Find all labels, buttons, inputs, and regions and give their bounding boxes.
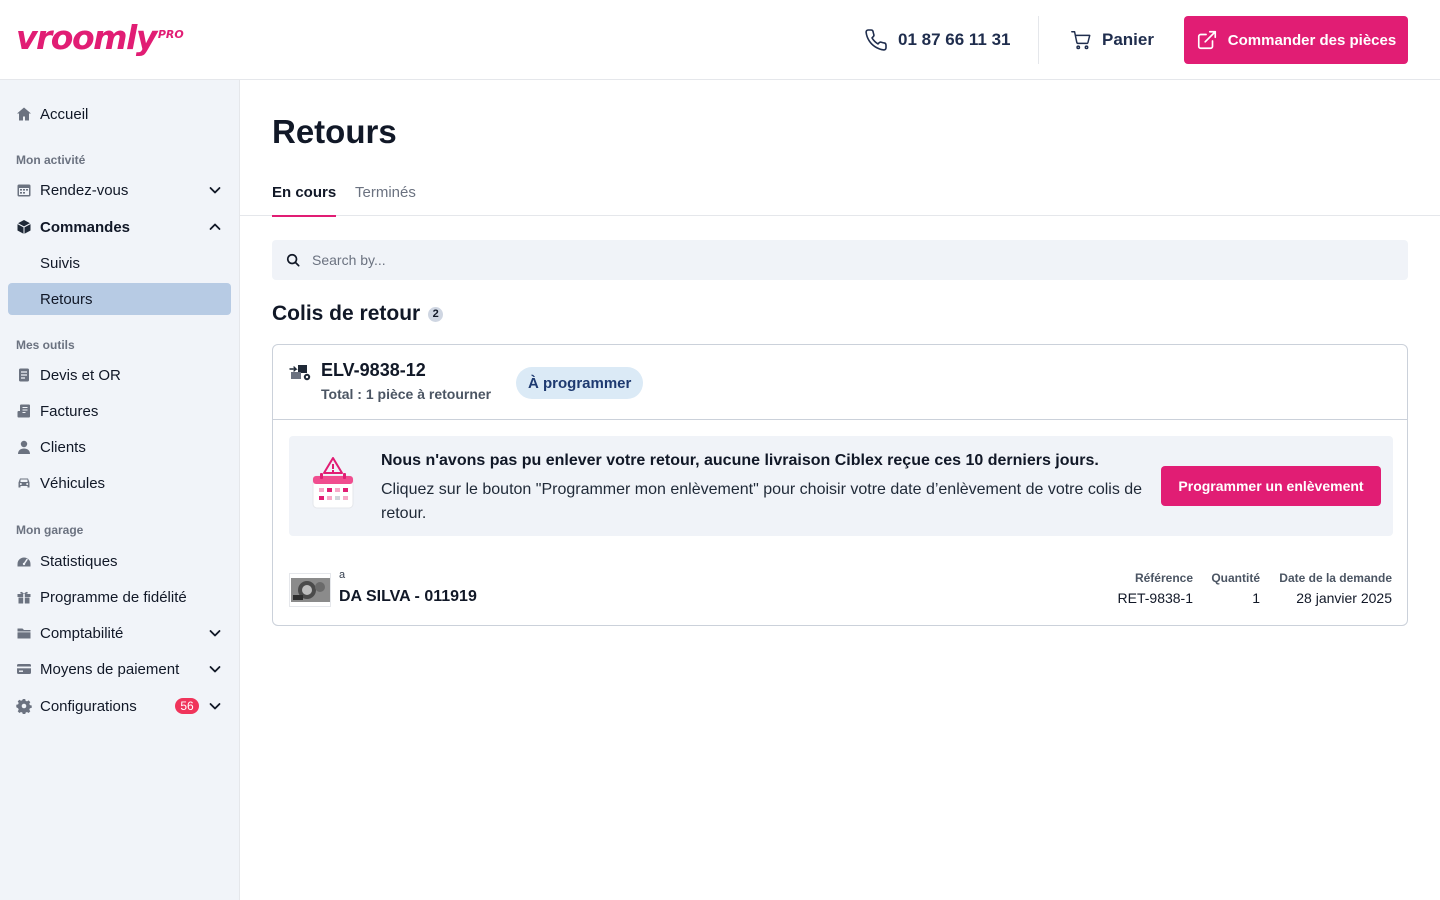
box-icon (16, 219, 32, 235)
logo-pro-suffix: PRO (157, 28, 184, 41)
sidebar-item-label: Commandes (40, 218, 131, 236)
sidebar-item-label: Suivis (40, 254, 81, 272)
sidebar-item-label: Devis et OR (40, 366, 121, 384)
tab-in-progress[interactable]: En cours (272, 184, 337, 217)
pickup-alert: Nous n'avons pas pu enlever votre retour… (289, 436, 1393, 536)
item-subtitle: a (339, 569, 346, 581)
item-name: DA SILVA - 011919 (339, 588, 477, 605)
request-date-label: Date de la demande (1279, 571, 1392, 585)
request-date-column: Date de la demande 28 janvier 2025 (1279, 571, 1392, 606)
sidebar-item-label: Véhicules (40, 474, 106, 492)
search-input[interactable] (312, 252, 1312, 268)
alert-title: Nous n'avons pas pu enlever votre retour… (381, 452, 1099, 469)
reference-label: Référence (1134, 571, 1193, 585)
chevron-down-icon (209, 703, 221, 710)
sidebar-item-returns[interactable]: Retours (8, 283, 231, 315)
sidebar-item-orders[interactable]: Commandes (8, 211, 231, 243)
external-link-icon (1197, 30, 1216, 50)
phone-number-text: 01 87 66 11 31 (898, 30, 1011, 49)
sidebar-item-appointments[interactable]: Rendez-vous (8, 174, 231, 206)
sidebar-item-configurations[interactable]: Configurations 56 (8, 690, 231, 722)
sidebar-item-label: Rendez-vous (40, 181, 129, 199)
reference-value: RET-9838-1 (1117, 590, 1193, 606)
quantity-column: Quantité 1 (1211, 571, 1260, 606)
sidebar-item-quotes[interactable]: Devis et OR (8, 359, 231, 391)
header-divider (1038, 16, 1039, 64)
sidebar-item-payment-methods[interactable]: Moyens de paiement (8, 653, 231, 685)
chevron-down-icon (209, 630, 221, 637)
sidebar-item-label: Clients (40, 438, 86, 456)
vroomly-logo[interactable]: vroomly PRO (16, 18, 184, 58)
sidebar-item-invoices[interactable]: Factures (8, 395, 231, 427)
return-parcel-card: ELV-9838-12 Total : 1 pièce à retourner … (272, 344, 1408, 626)
top-header: vroomly PRO 01 87 66 11 31 Panier Comman… (0, 0, 1440, 80)
cart-icon (1071, 31, 1091, 50)
document-icon (16, 367, 32, 383)
parcel-id[interactable]: ELV-9838-12 (321, 360, 426, 381)
sidebar-item-label: Statistiques (40, 552, 118, 570)
user-icon (16, 439, 32, 455)
quantity-value: 1 (1252, 590, 1260, 606)
page-title: Retours (272, 113, 397, 150)
sidebar-item-tracking[interactable]: Suivis (8, 247, 231, 279)
chevron-down-icon (209, 666, 221, 673)
sidebar-item-home[interactable]: Accueil (8, 98, 231, 130)
sidebar: Accueil Mon activité Rendez-vous Command… (0, 80, 240, 900)
credit-card-icon (16, 661, 32, 677)
logo-text: vroomly (16, 18, 157, 57)
section-title-text: Colis de retour (272, 302, 421, 325)
notification-badge: 56 (175, 698, 199, 714)
section-label-activity: Mon activité (16, 153, 86, 167)
invoice-icon (16, 403, 32, 419)
cart-button[interactable]: Panier (1070, 26, 1154, 54)
tabs-bar: En cours Terminés (240, 176, 1440, 217)
home-icon (16, 106, 32, 122)
sidebar-item-label: Factures (40, 402, 99, 420)
parcel-total: Total : 1 pièce à retourner (321, 386, 492, 402)
search-bar (272, 240, 1408, 280)
calendar-icon (16, 182, 32, 198)
request-date-value: 28 janvier 2025 (1296, 590, 1392, 606)
sidebar-item-label: Programme de fidélité (40, 588, 187, 606)
parcel-return-icon (289, 365, 311, 381)
sidebar-item-label: Moyens de paiement (40, 660, 180, 678)
section-label-garage: Mon garage (16, 523, 84, 537)
calendar-warning-icon (312, 457, 354, 509)
phone-icon (865, 29, 887, 51)
car-icon (16, 475, 32, 491)
search-icon (286, 253, 300, 267)
phone-number-link[interactable]: 01 87 66 11 31 (864, 26, 1011, 54)
gear-icon (16, 698, 32, 714)
sidebar-item-label: Accueil (40, 105, 89, 123)
order-parts-label: Commander des pièces (1227, 31, 1397, 49)
chevron-up-icon (209, 223, 221, 230)
status-badge: À programmer (516, 367, 644, 399)
tab-completed[interactable]: Terminés (355, 184, 416, 216)
sidebar-item-loyalty[interactable]: Programme de fidélité (8, 581, 231, 613)
schedule-pickup-button[interactable]: Programmer un enlèvement (1161, 466, 1381, 506)
section-label-tools: Mes outils (16, 338, 75, 352)
return-parcels-heading: Colis de retour 2 (272, 302, 444, 326)
sidebar-item-statistics[interactable]: Statistiques (8, 545, 231, 577)
cart-label: Panier (1102, 30, 1154, 49)
sidebar-item-accounting[interactable]: Comptabilité (8, 617, 231, 649)
sidebar-item-label: Configurations (40, 697, 137, 715)
parcel-header: ELV-9838-12 Total : 1 pièce à retourner … (273, 345, 1407, 420)
sidebar-item-label: Retours (40, 290, 93, 308)
quantity-label: Quantité (1211, 571, 1260, 585)
count-badge: 2 (428, 306, 444, 322)
folder-icon (16, 625, 32, 641)
alert-message: Cliquez sur le bouton "Programmer mon en… (381, 481, 1143, 522)
sidebar-item-vehicles[interactable]: Véhicules (8, 467, 231, 499)
sidebar-item-label: Comptabilité (40, 624, 124, 642)
reference-column: Référence RET-9838-1 (1118, 571, 1193, 606)
chevron-down-icon (209, 187, 221, 194)
gift-icon (16, 589, 32, 605)
order-parts-button[interactable]: Commander des pièces (1184, 16, 1408, 64)
sidebar-item-clients[interactable]: Clients (8, 431, 231, 463)
part-thumbnail (289, 573, 331, 607)
gauge-icon (16, 553, 32, 569)
